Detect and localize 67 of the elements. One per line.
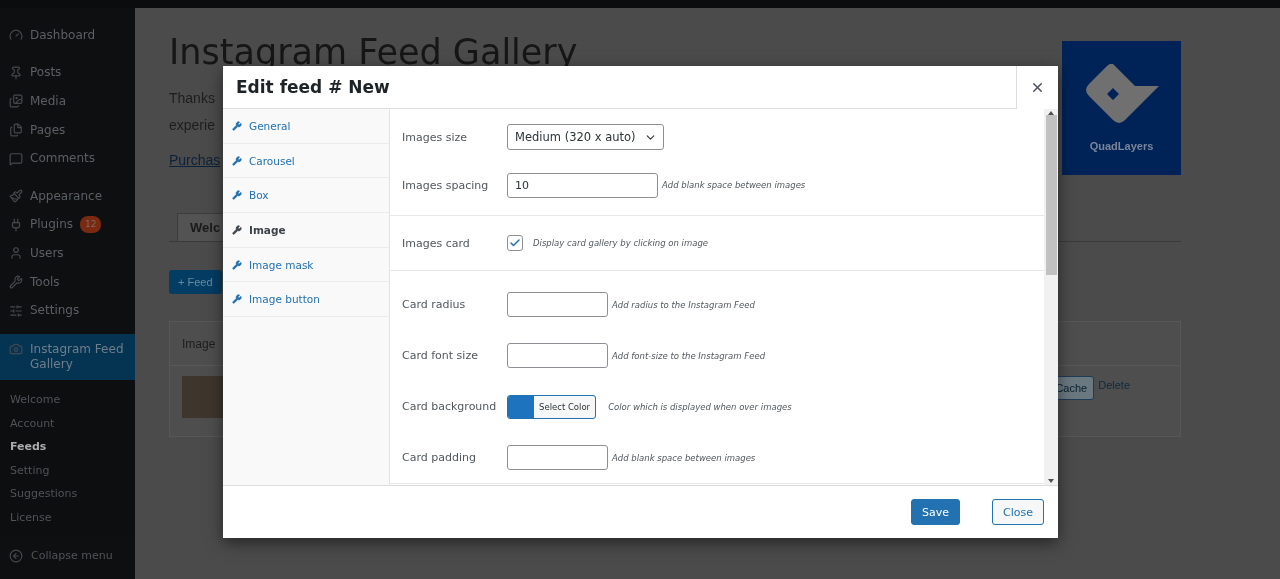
sidebar-menu-item[interactable]: Instagram Feed Gallery bbox=[0, 333, 135, 380]
photo-placeholder bbox=[182, 376, 223, 418]
menu-icon bbox=[9, 94, 23, 109]
help-text: Color which is displayed when over images bbox=[608, 401, 792, 412]
logo-card: QuadLayers bbox=[1062, 41, 1181, 175]
sidebar-menu-item[interactable]: Dashboard bbox=[0, 21, 135, 50]
menu-icon bbox=[9, 151, 23, 166]
field-label: Images spacing bbox=[402, 178, 490, 192]
text-input[interactable] bbox=[507, 292, 608, 317]
field-label: Images size bbox=[402, 130, 468, 144]
menu-icon bbox=[9, 189, 23, 204]
field-label: Card padding bbox=[402, 451, 477, 464]
wrench-icon bbox=[232, 224, 242, 235]
sidebar-menu-item[interactable]: Tools bbox=[0, 267, 135, 297]
dialog-title: Edit feed # New bbox=[236, 77, 391, 97]
wrench-icon bbox=[232, 294, 242, 305]
field-label: Card background bbox=[402, 400, 498, 413]
check-icon bbox=[509, 237, 521, 249]
wrench-icon bbox=[232, 155, 242, 166]
sidebar-menu-item[interactable]: Media bbox=[0, 87, 135, 116]
text-input[interactable]: 10 bbox=[507, 172, 658, 198]
menu-icon bbox=[9, 123, 23, 138]
menu-icon bbox=[9, 275, 23, 290]
images-size-select[interactable]: Medium (320 x auto) bbox=[507, 124, 664, 150]
delete-link[interactable]: Delete bbox=[1098, 379, 1130, 391]
field-label: Card radius bbox=[402, 298, 467, 311]
checkbox[interactable] bbox=[507, 235, 523, 251]
add-feed-button[interactable]: + Feed bbox=[169, 270, 222, 294]
wrench-icon bbox=[232, 259, 242, 270]
field-label: Card font size bbox=[402, 349, 479, 362]
submenu-item[interactable]: Account bbox=[0, 411, 135, 435]
submenu-item[interactable]: Setting bbox=[0, 458, 135, 482]
sidebar-menu-item[interactable]: Appearance bbox=[0, 181, 135, 211]
sidebar-menu-item[interactable]: Comments bbox=[0, 144, 135, 173]
menu-icon bbox=[9, 217, 23, 232]
help-text: Display card gallery by clicking on image bbox=[533, 238, 709, 248]
menu-icon bbox=[9, 246, 23, 261]
purchase-link[interactable]: Purchas bbox=[169, 152, 221, 168]
submenu-item[interactable]: Welcome bbox=[0, 387, 135, 412]
close-button[interactable] bbox=[1016, 65, 1058, 109]
sidebar-menu-item[interactable]: Users bbox=[0, 239, 135, 268]
help-text: Add radius to the Instagram Feed bbox=[612, 299, 755, 310]
sidebar-menu-item[interactable]: Settings bbox=[0, 296, 135, 325]
menu-icon bbox=[9, 65, 23, 80]
submenu-item[interactable]: License bbox=[0, 505, 135, 529]
save-button[interactable]: Save bbox=[911, 499, 961, 525]
close-dialog-button[interactable]: Close bbox=[992, 499, 1044, 525]
menu-icon bbox=[9, 341, 23, 356]
count-badge: 12 bbox=[80, 216, 102, 234]
scrollbar[interactable] bbox=[1044, 109, 1058, 485]
submenu-item[interactable]: Suggestions bbox=[0, 481, 135, 506]
field-label: Images card bbox=[402, 236, 471, 250]
help-text: Add font-size to the Instagram Feed bbox=[612, 350, 766, 361]
text-input[interactable] bbox=[507, 445, 608, 470]
help-text: Add blank space between images bbox=[662, 180, 806, 190]
submenu-item[interactable]: Feeds bbox=[0, 434, 135, 459]
sidebar-menu-item[interactable]: Pages bbox=[0, 115, 135, 145]
wrench-icon bbox=[232, 190, 242, 201]
menu-icon bbox=[9, 28, 23, 43]
text-input[interactable] bbox=[507, 343, 608, 368]
select-color-button[interactable]: Select Color bbox=[507, 394, 597, 419]
menu-icon bbox=[9, 303, 23, 318]
sidebar-menu-item[interactable]: Plugins 12 bbox=[0, 210, 135, 240]
help-text: Add blank space between images bbox=[612, 452, 756, 463]
wrench-icon bbox=[232, 120, 242, 131]
logo-icon bbox=[1084, 64, 1159, 126]
sidebar-menu-item[interactable]: Posts bbox=[0, 58, 135, 88]
